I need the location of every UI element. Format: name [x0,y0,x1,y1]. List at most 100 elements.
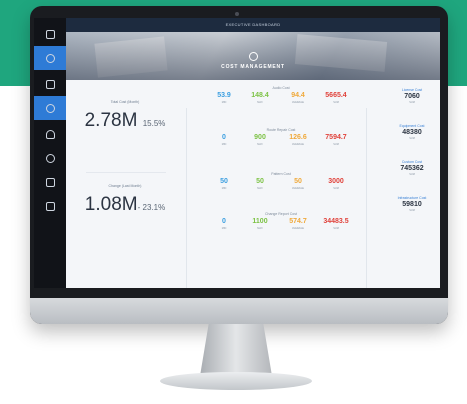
cost-item-label: Infrastructure Cost [397,196,427,200]
cost-item-equipment: Equipment Cost 48380 SUM [384,124,440,140]
home-icon [45,79,55,89]
metric-label: MAX [257,227,263,230]
metric-label: MAX [257,101,263,104]
cost-item-label: Custom Cost [401,160,423,164]
metric-max: 148.4 MAX [242,92,278,104]
sidebar-item-inventory[interactable] [34,170,66,194]
cost-item-sub: SUM [409,101,415,104]
cost-item-value: 745362 [400,165,424,172]
metric-label: SUM [333,187,339,190]
metric-value: 50 [256,178,264,185]
kpi-change-last-month: Change (Last Month) 1.08M- 23.1% [66,184,184,216]
cost-item-value: 7060 [404,93,420,100]
block-title: Audio Cost [272,86,290,90]
cost-icon [45,103,55,113]
block-title: Change Report Cost [265,212,297,216]
cost-item-license: License Cost 7060 SUM [384,88,440,104]
metric-value: 53.9 [217,92,231,99]
cost-item-label: Equipment Cost [399,124,425,128]
metric-min: 50 MIN [206,178,242,190]
metric-value: 94.4 [291,92,305,99]
dashboard-screen: EXECUTIVE DASHBOARD COST MANAGEMENT Tota… [34,18,440,288]
metric-average: 574.7 AVERAGE [280,218,316,230]
metric-value: 0 [222,134,226,141]
sidebar-item-reports[interactable] [34,194,66,218]
monitor-chin [30,298,448,324]
kpi-change: 15.5% [142,119,166,128]
page-title: COST MANAGEMENT [221,64,285,70]
block-title: Route Repair Cost [266,128,296,132]
metric-sum: 3000 SUM [318,178,354,190]
metric-label: AVERAGE [292,143,304,146]
camera-dot [235,12,239,16]
metric-max: 1100 MAX [242,218,278,230]
metric-max: 900 MAX [242,134,278,146]
kpi-value: 2.78M 15.5% [66,110,184,132]
metric-label: AVERAGE [292,187,304,190]
metric-value: 50 [294,178,302,185]
metric-value: 3000 [328,178,344,185]
metric-value: 34483.5 [323,218,349,225]
metric-value: 574.7 [289,218,307,225]
metric-label: MIN [221,227,227,230]
metric-label: MIN [221,101,227,104]
metric-label: MAX [257,143,263,146]
box-icon [45,177,55,187]
metric-label: MAX [257,187,263,190]
metric-label: AVERAGE [292,101,304,104]
cost-item-custom: Custom Cost 745362 SUM [384,160,440,176]
metric-min: 0 MIN [206,218,242,230]
metric-label: SUM [333,101,339,104]
sidebar-item-health[interactable] [34,122,66,146]
metric-value: 126.6 [289,134,307,141]
metric-max: 50 MAX [242,178,278,190]
metric-sum: 5665.4 SUM [318,92,354,104]
metric-average: 126.6 AVERAGE [280,134,316,146]
app-title: EXECUTIVE DASHBOARD [225,22,281,27]
cost-item-value: 48380 [402,129,422,136]
metric-label: SUM [333,227,339,230]
block-title: Pattern Cost [271,172,291,176]
kpi-label: Change (Last Month) [108,184,142,188]
top-bar: EXECUTIVE DASHBOARD [66,18,440,32]
dashboard-content: Total Cost (Month) 2.78M 15.5% Change (L… [66,80,440,288]
sidebar-item-dashboard[interactable] [34,46,66,70]
metric-value: 900 [254,134,266,141]
page-banner: COST MANAGEMENT [66,32,440,80]
metric-label: MIN [221,187,227,190]
cost-item-sub: SUM [409,209,415,212]
divider [366,108,367,288]
sidebar-item-cost[interactable] [34,96,66,120]
metric-label: SUM [333,143,339,146]
metric-average: 94.4 AVERAGE [280,92,316,104]
sidebar-item-analytics[interactable] [34,146,66,170]
sidebar-item-home-2[interactable] [34,72,66,96]
metric-label: MIN [221,143,227,146]
cost-item-value: 59810 [402,201,422,208]
cost-item-infrastructure: Infrastructure Cost 59810 SUM [384,196,440,212]
metric-average: 50 AVERAGE [280,178,316,190]
metric-value: 148.4 [251,92,269,99]
cost-icon [249,52,258,61]
kpi-value-number: 2.78M [84,110,138,131]
kpi-change: - 23.1% [137,203,166,212]
metric-value: 50 [220,178,228,185]
metric-sum: 34483.5 SUM [318,218,354,230]
monitor-stand-base [160,372,312,390]
monitor-stand-neck [200,324,272,376]
dashboard-icon [45,53,55,63]
metric-value: 0 [222,218,226,225]
kpi-total-cost: Total Cost (Month) 2.78M 15.5% [66,100,184,132]
metric-min: 0 MIN [206,134,242,146]
metric-sum: 7594.7 SUM [318,134,354,146]
home-icon [45,29,55,39]
cost-item-sub: SUM [409,137,415,140]
metric-min: 53.9 MIN [206,92,242,104]
kpi-label: Total Cost (Month) [110,100,140,104]
grid-icon [45,201,55,211]
divider [186,108,187,288]
divider [86,172,166,173]
sidebar-item-home[interactable] [34,22,66,46]
metric-label: AVERAGE [292,227,304,230]
kpi-value: 1.08M- 23.1% [66,194,184,216]
